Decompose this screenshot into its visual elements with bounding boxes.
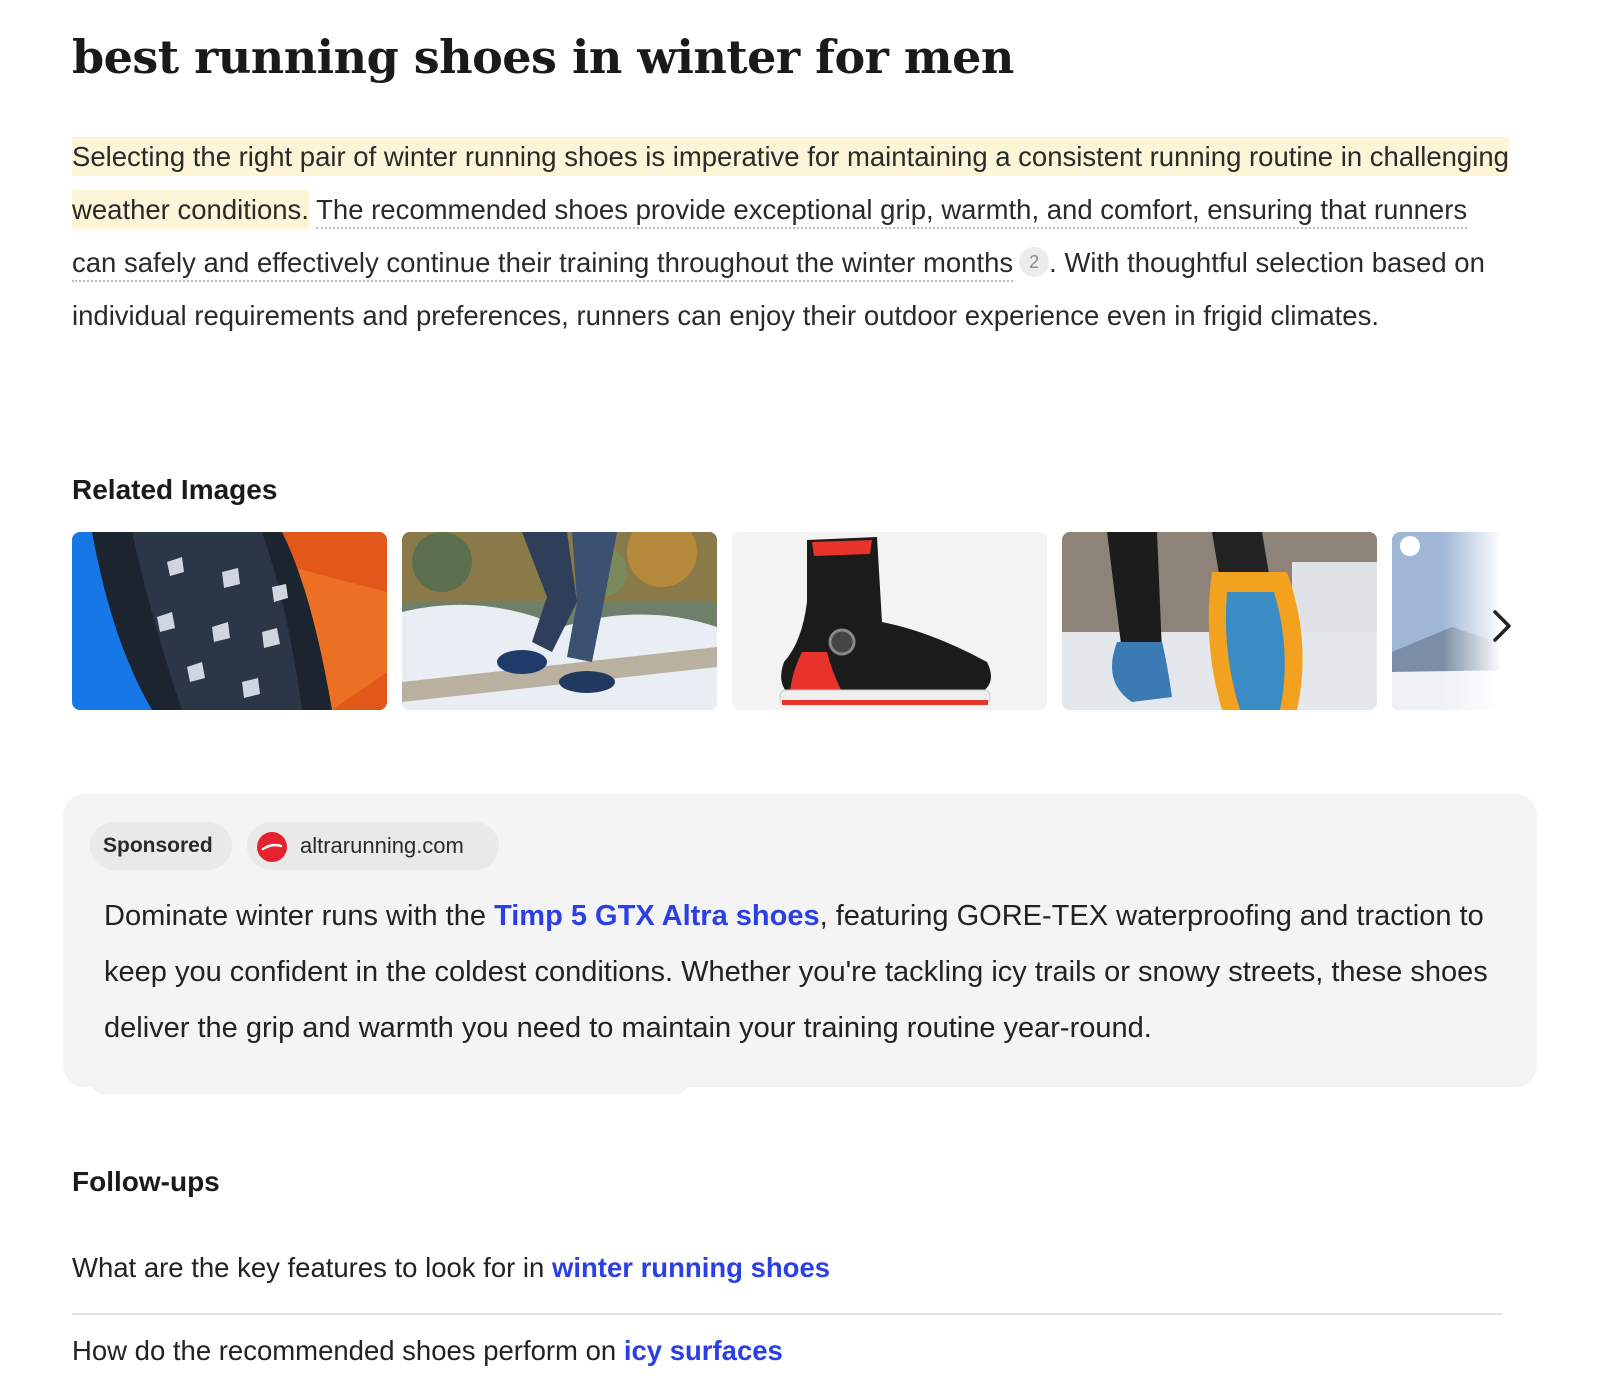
sponsored-badge: Sponsored [90,822,232,870]
answer-text: Selecting the right pair of winter runni… [72,130,1512,342]
related-images-heading: Related Images [72,474,278,505]
sponsored-product-link[interactable]: Timp 5 GTX Altra shoes [494,900,820,932]
terrex-winter-boot-image[interactable] [732,532,1047,710]
followup-item[interactable]: What are the key features to look for in… [72,1252,830,1284]
runner-orange-sole-snow-image[interactable] [1062,532,1377,710]
advertiser-chip[interactable]: altrarunning.com [247,822,499,870]
followup-prefix: What are the key features to look for in [72,1252,552,1283]
advertiser-domain: altrarunning.com [300,833,464,858]
runner-on-snowy-path-image[interactable] [402,532,717,710]
answer-period: . [1049,247,1057,278]
followup-divider [72,1313,1502,1315]
altra-logo-icon [257,831,287,862]
sponsored-text-before: Dominate winter runs with the [104,900,495,932]
followup-link[interactable]: winter running shoes [552,1252,830,1283]
sponsored-text: Dominate winter runs with the Timp 5 GTX… [104,888,1524,1056]
followup-link[interactable]: icy surfaces [624,1335,783,1366]
followup-item[interactable]: How do the recommended shoes perform on … [72,1335,783,1367]
followups-heading: Follow-ups [72,1166,220,1197]
trail-shoe-sole-spikes-image[interactable] [72,532,387,710]
related-images-carousel [72,532,1512,710]
chevron-right-icon[interactable] [1483,604,1519,648]
followup-prefix: How do the recommended shoes perform on [72,1335,624,1366]
citation-badge[interactable]: 2 [1019,247,1050,277]
page-title: best running shoes in winter for men [72,30,1014,84]
